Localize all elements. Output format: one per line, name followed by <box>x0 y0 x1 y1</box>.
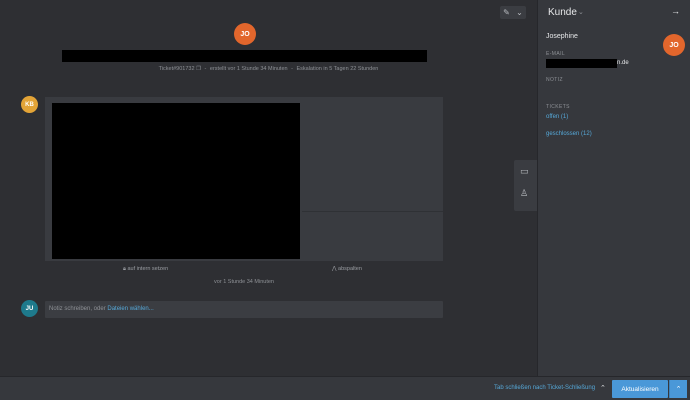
person-icon[interactable]: ♙ <box>520 188 528 199</box>
split-action[interactable]: ⋀ abspalten <box>332 266 362 272</box>
chevron-down-icon[interactable]: ⌄ <box>578 8 584 16</box>
ticket-title-redacted[interactable] <box>62 50 427 62</box>
edit-ticket-button[interactable]: ✎ ⌄ <box>500 6 526 19</box>
email-redacted <box>546 58 617 68</box>
customer-avatar[interactable]: JO <box>234 23 256 45</box>
closed-tickets-link[interactable]: geschlossen (12) <box>546 131 592 137</box>
lock-icon: 🔒︎ <box>123 266 126 272</box>
sidebar-tabs: ▭ ♙ <box>514 160 537 211</box>
split-label: abspalten <box>338 266 362 272</box>
copy-icon[interactable]: ❐ <box>196 66 201 72</box>
email-suffix: n.de <box>617 60 629 66</box>
ticket-meta: Ticket#901732 ❐ - erstellt vor 1 Stunde … <box>158 66 379 72</box>
open-tickets-link[interactable]: offen (1) <box>546 114 568 120</box>
split-icon: ⋀ <box>332 266 337 272</box>
tickets-label: TICKETS <box>546 104 570 110</box>
customer-avatar-sidebar[interactable]: JO <box>663 34 685 56</box>
divider <box>302 211 443 212</box>
email-label: E-MAIL <box>546 51 566 57</box>
choose-files-link[interactable]: Dateien wählen... <box>107 306 153 312</box>
article-content <box>45 97 443 261</box>
pencil-icon: ✎ <box>503 8 510 17</box>
update-options-caret[interactable]: ⌃ <box>669 380 687 398</box>
collapse-arrow-icon[interactable]: → <box>671 6 680 16</box>
note-input[interactable]: Notiz schreiben, oder Dateien wählen... <box>45 301 443 318</box>
article-timestamp: vor 1 Stunde 34 Minuten <box>214 279 274 285</box>
ticket-number: Ticket#901732 <box>158 66 195 72</box>
sidebar-title[interactable]: Kunde <box>548 7 577 18</box>
customer-name: Josephine <box>546 33 578 40</box>
chevron-up-icon[interactable]: ⌃ <box>600 384 606 392</box>
update-button[interactable]: Aktualisieren <box>612 380 668 398</box>
email-value[interactable]: n.de <box>546 58 629 68</box>
ticket-created: erstellt vor 1 Stunde 34 Minuten <box>209 66 288 72</box>
footer-bar: Tab schließen nach Ticket-Schließung ⌃ A… <box>0 376 690 400</box>
set-internal-action[interactable]: 🔒︎ auf intern setzen <box>123 266 168 273</box>
chevron-down-icon: ⌄ <box>516 8 523 17</box>
close-tab-option[interactable]: Tab schließen nach Ticket-Schließung <box>494 385 595 391</box>
customer-sidebar: Kunde ⌄ → Josephine JO E-MAIL n.de NOTIZ… <box>537 0 690 376</box>
agent-avatar[interactable]: KB <box>21 96 38 113</box>
note-label: NOTIZ <box>546 77 563 83</box>
ticket-zoom-main: ✎ ⌄ JO Ticket#901732 ❐ - erstellt vor 1 … <box>0 0 537 376</box>
user-avatar[interactable]: JU <box>21 300 38 317</box>
ticket-escalation: Eskalation in 5 Tagen 22 Stunden <box>296 66 379 72</box>
note-placeholder: Notiz schreiben, oder <box>49 306 106 312</box>
chat-icon[interactable]: ▭ <box>520 166 529 177</box>
set-internal-label: auf intern setzen <box>127 266 169 272</box>
article-image-redacted <box>52 103 300 259</box>
